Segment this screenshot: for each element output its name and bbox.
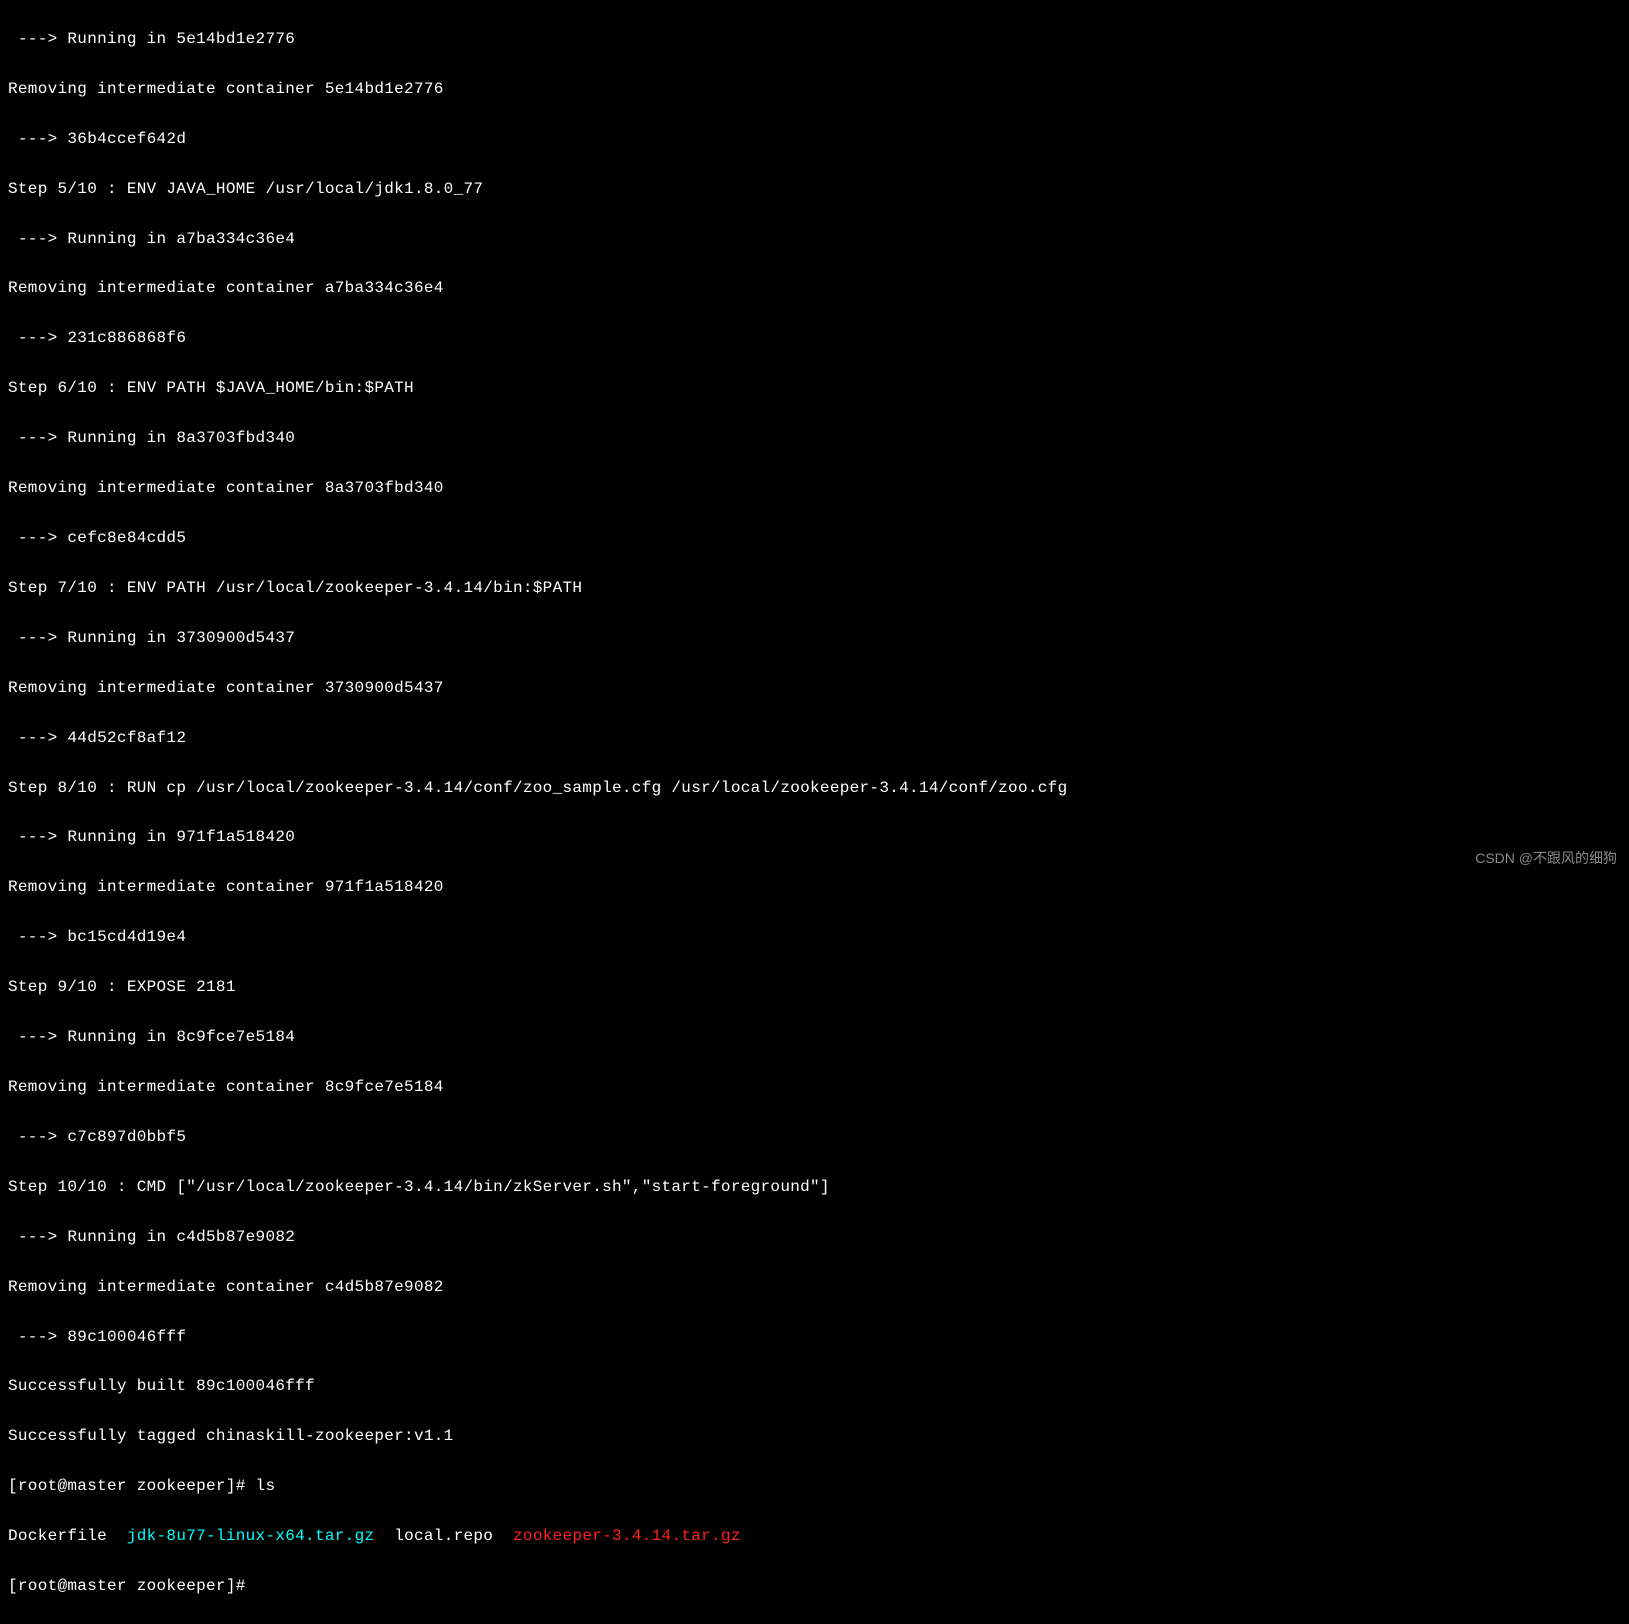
- ls-output-line: Dockerfile jdk-8u77-linux-x64.tar.gz loc…: [8, 1524, 1621, 1549]
- output-line: Removing intermediate container a7ba334c…: [8, 276, 1621, 301]
- prompt-line[interactable]: [root@master zookeeper]#: [8, 1574, 1621, 1599]
- output-line: ---> 36b4ccef642d: [8, 127, 1621, 152]
- file-zookeeper-tarball: zookeeper-3.4.14.tar.gz: [513, 1527, 741, 1545]
- output-line: ---> 89c100046fff: [8, 1325, 1621, 1350]
- output-line: Successfully tagged chinaskill-zookeeper…: [8, 1424, 1621, 1449]
- output-line: ---> cefc8e84cdd5: [8, 526, 1621, 551]
- output-line: ---> Running in 5e14bd1e2776: [8, 27, 1621, 52]
- terminal-output[interactable]: ---> Running in 5e14bd1e2776 Removing in…: [8, 2, 1621, 1624]
- file-local-repo: local.repo: [394, 1527, 493, 1545]
- output-line: Step 8/10 : RUN cp /usr/local/zookeeper-…: [8, 776, 1621, 801]
- output-line: ---> Running in 8c9fce7e5184: [8, 1025, 1621, 1050]
- output-line: Step 9/10 : EXPOSE 2181: [8, 975, 1621, 1000]
- shell-command: ls: [256, 1477, 276, 1495]
- output-line: ---> 44d52cf8af12: [8, 726, 1621, 751]
- output-line: Removing intermediate container 8a3703fb…: [8, 476, 1621, 501]
- file-dockerfile: Dockerfile: [8, 1527, 107, 1545]
- output-line: ---> Running in 8a3703fbd340: [8, 426, 1621, 451]
- output-line: Removing intermediate container c4d5b87e…: [8, 1275, 1621, 1300]
- output-line: Removing intermediate container 5e14bd1e…: [8, 77, 1621, 102]
- output-line: ---> c7c897d0bbf5: [8, 1125, 1621, 1150]
- output-line: Removing intermediate container 971f1a51…: [8, 875, 1621, 900]
- output-line: Step 7/10 : ENV PATH /usr/local/zookeepe…: [8, 576, 1621, 601]
- output-line: Removing intermediate container 3730900d…: [8, 676, 1621, 701]
- output-line: ---> Running in a7ba334c36e4: [8, 227, 1621, 252]
- output-line: Successfully built 89c100046fff: [8, 1374, 1621, 1399]
- output-line: Step 5/10 : ENV JAVA_HOME /usr/local/jdk…: [8, 177, 1621, 202]
- output-line: Step 10/10 : CMD ["/usr/local/zookeeper-…: [8, 1175, 1621, 1200]
- output-line: ---> Running in c4d5b87e9082: [8, 1225, 1621, 1250]
- prompt-line: [root@master zookeeper]# ls: [8, 1474, 1621, 1499]
- file-jdk-tarball: jdk-8u77-linux-x64.tar.gz: [127, 1527, 375, 1545]
- output-line: ---> bc15cd4d19e4: [8, 925, 1621, 950]
- output-line: ---> Running in 3730900d5437: [8, 626, 1621, 651]
- shell-prompt: [root@master zookeeper]#: [8, 1577, 256, 1595]
- shell-prompt: [root@master zookeeper]#: [8, 1477, 256, 1495]
- output-line: Removing intermediate container 8c9fce7e…: [8, 1075, 1621, 1100]
- output-line: Step 6/10 : ENV PATH $JAVA_HOME/bin:$PAT…: [8, 376, 1621, 401]
- csdn-watermark: CSDN @不跟风的细狗: [1475, 848, 1617, 870]
- output-line: ---> 231c886868f6: [8, 326, 1621, 351]
- output-line: ---> Running in 971f1a518420: [8, 825, 1621, 850]
